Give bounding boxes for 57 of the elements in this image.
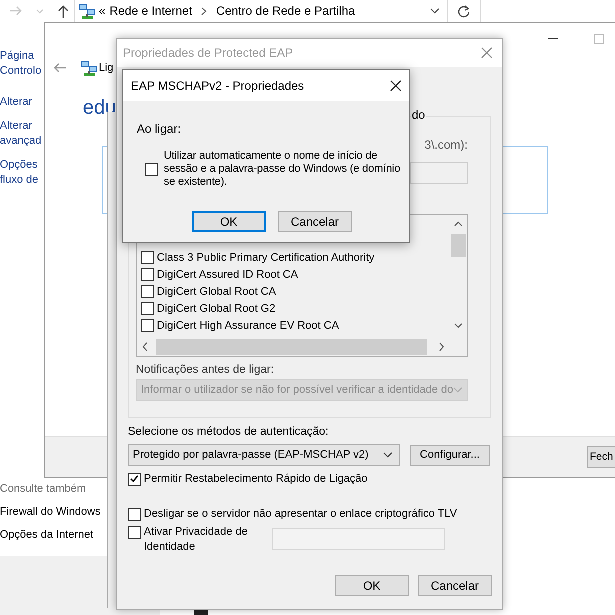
group-title: do — [411, 108, 426, 122]
checkbox[interactable] — [141, 285, 154, 298]
refresh-icon[interactable] — [458, 4, 470, 18]
checkbox[interactable] — [145, 163, 158, 176]
field-label: 3\.com): — [424, 138, 468, 152]
ok-button[interactable]: OK — [335, 575, 409, 596]
certificate-name: DigiCert Global Root G2 — [157, 302, 276, 316]
overflow-chevron[interactable]: « — [99, 4, 106, 18]
breadcrumb[interactable]: Rede e Internet — [110, 4, 192, 18]
sidebar-link[interactable]: Firewall do Windows — [0, 505, 101, 520]
certificate-name: DigiCert High Assurance EV Root CA — [157, 318, 340, 332]
ok-button[interactable]: OK — [192, 211, 266, 232]
text-field[interactable] — [410, 162, 468, 184]
checkbox[interactable] — [141, 302, 154, 315]
cancel-button[interactable]: Cancelar — [418, 575, 492, 596]
certificate-name: DigiCert Global Root CA — [157, 284, 276, 298]
check-icon — [130, 475, 139, 483]
chevron-icon — [201, 6, 208, 16]
checkbox[interactable] — [128, 508, 141, 520]
dialog-title: Propriedades de Protected EAP — [123, 46, 294, 60]
text-field[interactable] — [272, 528, 445, 550]
configure-button[interactable]: Configurar... — [410, 444, 490, 466]
dropdown-icon[interactable] — [430, 8, 440, 14]
dialog-title: EAP MSCHAPv2 - Propriedades — [131, 78, 304, 92]
checkbox[interactable] — [141, 268, 154, 281]
certificate-name: DigiCert Assured ID Root CA — [157, 268, 298, 282]
sidebar-link[interactable]: Opções fluxo de — [0, 158, 39, 188]
sidebar-link[interactable]: Página Controlo — [0, 49, 42, 79]
checkbox[interactable] — [128, 472, 141, 486]
certificate-name: Class 3 Public Primary Certification Authority — [157, 250, 375, 264]
chevron-down-icon — [383, 452, 393, 458]
option-label: Utilizar automaticamente o nome de início de sessão e a palavra-passe do Windows (e domínio se existente). — [164, 150, 402, 189]
option-label: Desligar se o servidor não apresentar o enlace criptográfico TLV — [144, 507, 458, 521]
sidebar-link[interactable]: Opções da Internet — [0, 528, 94, 543]
option-label: Permitir Restabelecimento Rápido de Ligação — [144, 472, 368, 486]
cancel-button[interactable]: Cancelar — [278, 211, 352, 232]
sidebar-link[interactable]: Alterar avançad — [0, 119, 42, 149]
section-heading: Consulte também — [0, 482, 86, 497]
network-icon — [79, 4, 95, 18]
close-button[interactable]: Fech — [587, 446, 615, 468]
checkbox[interactable] — [141, 251, 154, 264]
checkbox[interactable] — [141, 319, 154, 332]
field-label: Notificações antes de ligar: — [136, 363, 276, 377]
sidebar-link[interactable]: Alterar — [0, 95, 32, 110]
close-icon[interactable] — [390, 80, 402, 92]
section-label: Ao ligar: — [137, 122, 182, 136]
breadcrumb[interactable]: Centro de Rede e Partilha — [216, 4, 356, 18]
minimize-icon[interactable] — [548, 38, 558, 40]
chevron-down-icon — [453, 387, 464, 393]
dropdown[interactable]: Protegido por palavra-passe (EAP-MSCHAP v2) — [128, 444, 400, 466]
option-label: Ativar Privacidade de Identidade — [144, 525, 249, 555]
checkbox[interactable] — [128, 526, 141, 539]
field-label: Selecione os métodos de autenticação: — [128, 425, 330, 439]
network-icon — [81, 60, 97, 76]
window-heading: Lig — [99, 62, 114, 74]
up-arrow-icon[interactable] — [58, 4, 69, 18]
back-icon[interactable] — [53, 63, 67, 73]
